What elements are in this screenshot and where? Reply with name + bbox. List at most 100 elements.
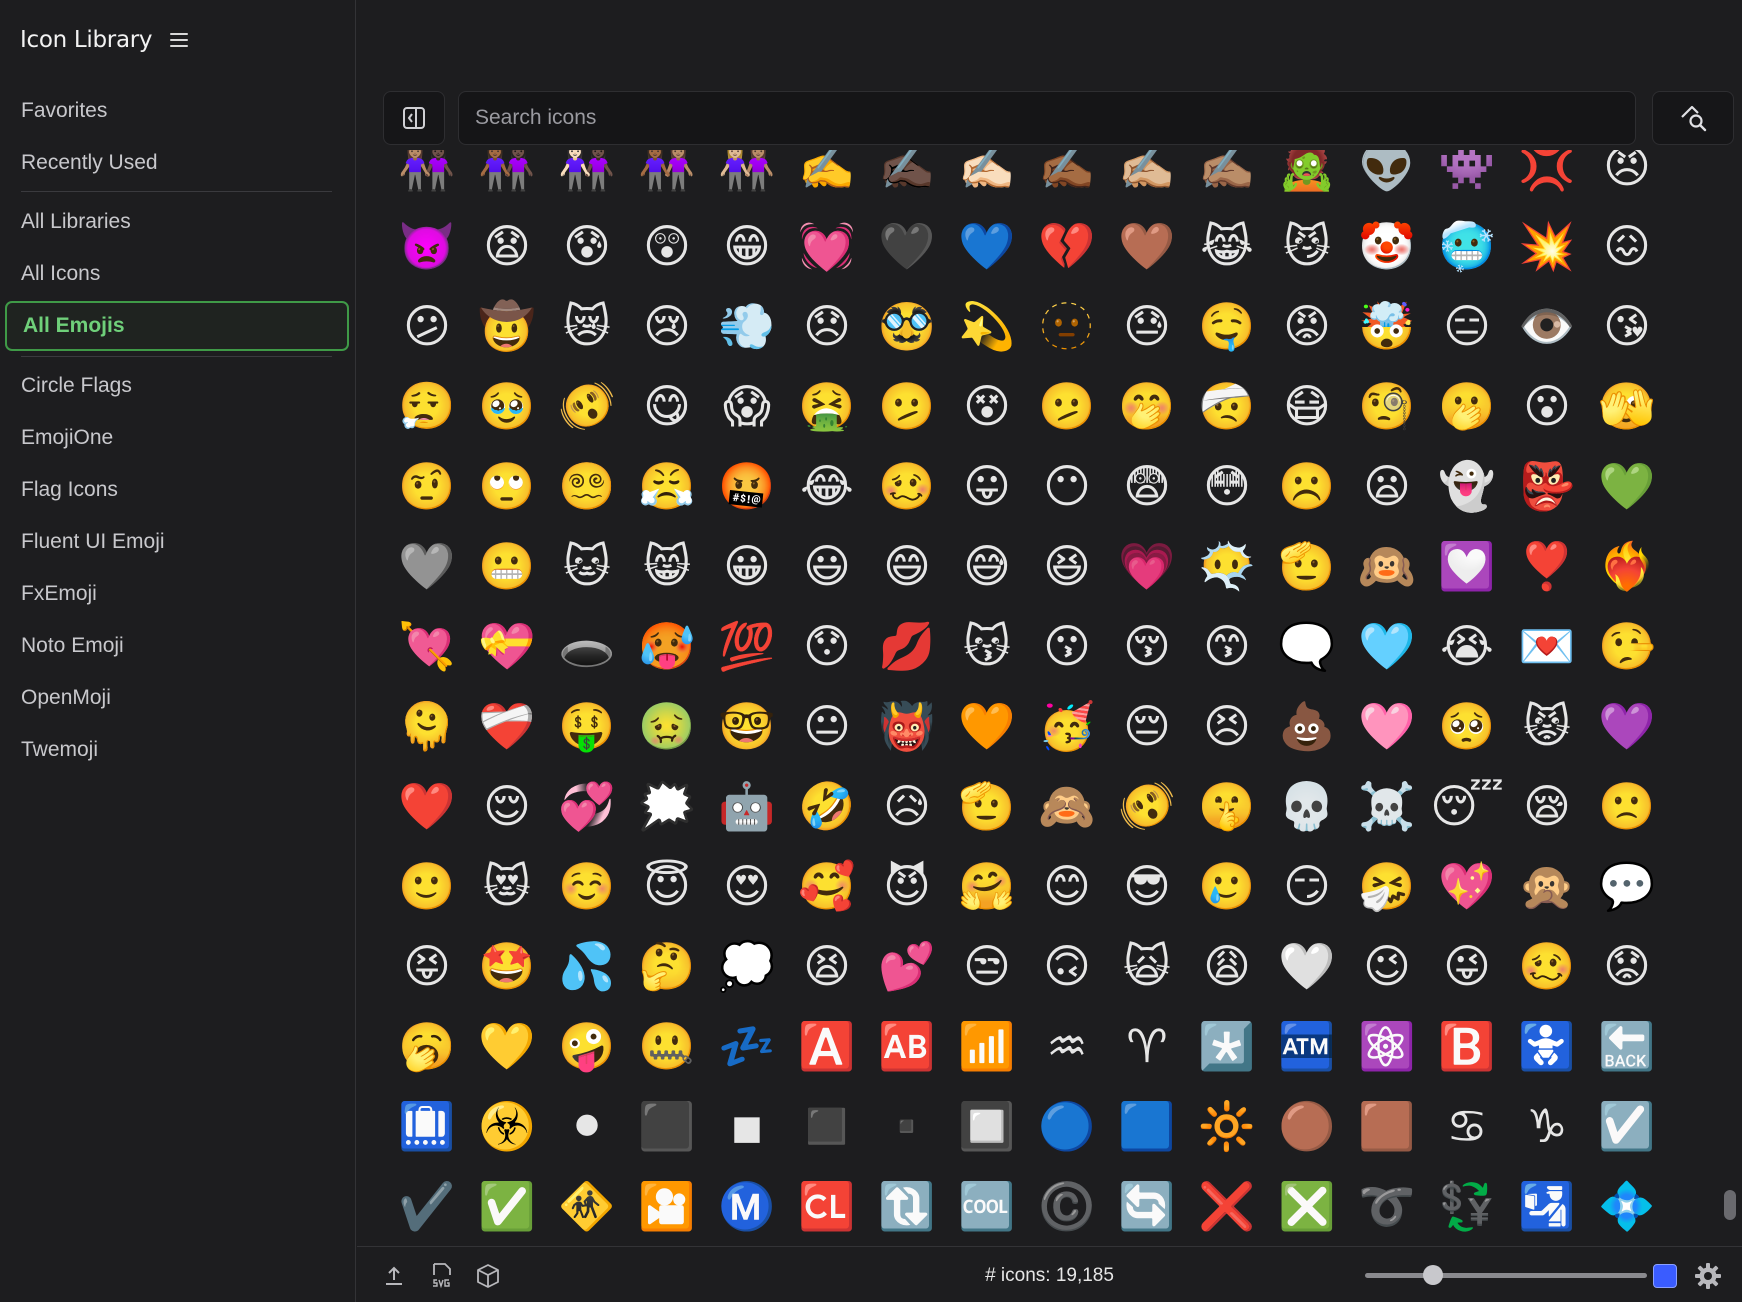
- emoji-icon-cell[interactable]: 😡: [1267, 286, 1347, 366]
- emoji-icon-cell[interactable]: 🙉: [1347, 526, 1427, 606]
- emoji-icon-cell[interactable]: ✅: [467, 1166, 547, 1246]
- slider-knob[interactable]: [1423, 1265, 1443, 1285]
- emoji-icon-cell[interactable]: 😒: [947, 926, 1027, 1006]
- emoji-icon-cell[interactable]: ☣️: [467, 1086, 547, 1166]
- emoji-icon-cell[interactable]: 🙃: [1027, 926, 1107, 1006]
- emoji-icon-cell[interactable]: 😌: [467, 766, 547, 846]
- emoji-icon-cell[interactable]: 😙: [1187, 606, 1267, 686]
- emoji-icon-cell[interactable]: 😲: [627, 206, 707, 286]
- emoji-icon-cell[interactable]: 😉: [1347, 926, 1427, 1006]
- emoji-icon-cell[interactable]: 🅰️: [787, 1006, 867, 1086]
- emoji-icon-cell[interactable]: 😑: [1427, 286, 1507, 366]
- sidebar-item-all-icons[interactable]: All Icons: [5, 249, 349, 299]
- emoji-icon-cell[interactable]: ☠️: [1347, 766, 1427, 846]
- emoji-icon-cell[interactable]: 😾: [1507, 686, 1587, 766]
- emoji-icon-cell[interactable]: 😹: [1187, 206, 1267, 286]
- emoji-icon-cell[interactable]: 😐: [787, 686, 867, 766]
- emoji-icon-cell[interactable]: ❤️‍🔥: [1587, 526, 1667, 606]
- emoji-icon-cell[interactable]: 😋: [627, 366, 707, 446]
- emoji-icon-cell[interactable]: 🤮: [787, 366, 867, 446]
- emoji-icon-cell[interactable]: 😅: [947, 526, 1027, 606]
- advanced-search-button[interactable]: [1652, 91, 1734, 145]
- emoji-icon-cell[interactable]: 😦: [1347, 446, 1427, 526]
- emoji-icon-cell[interactable]: 🤡: [1347, 206, 1427, 286]
- emoji-icon-cell[interactable]: 💢: [1507, 150, 1587, 206]
- emoji-icon-cell[interactable]: 😧: [467, 206, 547, 286]
- hamburger-menu-icon[interactable]: [170, 33, 189, 47]
- emoji-icon-cell[interactable]: 🆎: [867, 1006, 947, 1086]
- emoji-icon-cell[interactable]: 😠: [1587, 150, 1667, 206]
- emoji-icon-cell[interactable]: 🙊: [1507, 846, 1587, 926]
- emoji-icon-cell[interactable]: ❎: [1267, 1166, 1347, 1246]
- emoji-icon-cell[interactable]: 💭: [707, 926, 787, 1006]
- emoji-icon-cell[interactable]: 🕳️: [547, 606, 627, 686]
- emoji-icon-cell[interactable]: ❌: [1187, 1166, 1267, 1246]
- emoji-icon-cell[interactable]: 🎦: [627, 1166, 707, 1246]
- svg-export-button[interactable]: [427, 1263, 457, 1289]
- emoji-icon-cell[interactable]: 🥵: [627, 606, 707, 686]
- emoji-icon-cell[interactable]: 🥰: [787, 846, 867, 926]
- emoji-icon-cell[interactable]: 😷: [1267, 366, 1347, 446]
- search-input[interactable]: [458, 91, 1636, 145]
- emoji-icon-cell[interactable]: 🤑: [547, 686, 627, 766]
- emoji-icon-cell[interactable]: 😱: [707, 366, 787, 446]
- emoji-icon-cell[interactable]: ⬛: [627, 1086, 707, 1166]
- emoji-icon-cell[interactable]: 😀: [707, 526, 787, 606]
- icon-size-slider[interactable]: [1365, 1265, 1647, 1285]
- emoji-icon-cell[interactable]: 😚: [1107, 606, 1187, 686]
- sidebar-item-flag-icons[interactable]: Flag Icons: [5, 465, 349, 515]
- emoji-icon-cell[interactable]: ✍🏽: [1187, 150, 1267, 206]
- emoji-icon-cell[interactable]: 😍: [707, 846, 787, 926]
- emoji-icon-cell[interactable]: 💨: [707, 286, 787, 366]
- emoji-icon-cell[interactable]: ❤️‍🩹: [467, 686, 547, 766]
- emoji-icon-cell[interactable]: 🙈: [1027, 766, 1107, 846]
- emoji-icon-cell[interactable]: 🤤: [1187, 286, 1267, 366]
- emoji-icon-cell[interactable]: 🤨: [387, 446, 467, 526]
- emoji-icon-cell[interactable]: 🥴: [867, 446, 947, 526]
- emoji-icon-cell[interactable]: 🆑: [787, 1166, 867, 1246]
- emoji-icon-cell[interactable]: 🤭: [1107, 366, 1187, 446]
- sidebar-item-noto-emoji[interactable]: Noto Emoji: [5, 621, 349, 671]
- emoji-icon-cell[interactable]: 👺: [1507, 446, 1587, 526]
- emoji-icon-cell[interactable]: 🫥: [1027, 286, 1107, 366]
- icon-grid-viewport[interactable]: 👩🏽‍🤝‍👩🏿 👩🏾‍🤝‍👩🏿 👩🏻‍🤝‍👩🏿 👩🏾‍🤝‍👩🏽 👩🏼‍🤝‍👩🏽 ✍️ ✍🏿 ✍…: [357, 150, 1742, 1246]
- emoji-icon-cell[interactable]: 🥸: [867, 286, 947, 366]
- emoji-icon-cell[interactable]: 😤: [627, 446, 707, 526]
- emoji-icon-cell[interactable]: 🐱: [547, 526, 627, 606]
- emoji-icon-cell[interactable]: 💜: [1587, 686, 1667, 766]
- emoji-icon-cell[interactable]: 💖: [1427, 846, 1507, 926]
- emoji-icon-cell[interactable]: 🩷: [1347, 686, 1427, 766]
- emoji-icon-cell[interactable]: ♑: [1507, 1086, 1587, 1166]
- emoji-icon-cell[interactable]: 🫨: [1107, 766, 1187, 846]
- emoji-icon-cell[interactable]: 🤖: [707, 766, 787, 846]
- emoji-icon-cell[interactable]: 😞: [787, 286, 867, 366]
- emoji-icon-cell[interactable]: 😟: [1587, 926, 1667, 1006]
- emoji-icon-cell[interactable]: 🫡: [947, 766, 1027, 846]
- sidebar-item-fxemoji[interactable]: FxEmoji: [5, 569, 349, 619]
- emoji-icon-cell[interactable]: 💩: [1267, 686, 1347, 766]
- emoji-icon-cell[interactable]: 😸: [627, 526, 707, 606]
- emoji-icon-cell[interactable]: ✍🏾: [1027, 150, 1107, 206]
- emoji-icon-cell[interactable]: 😛: [947, 446, 1027, 526]
- emoji-icon-cell[interactable]: ♒: [1027, 1006, 1107, 1086]
- emoji-icon-cell[interactable]: ✔️: [387, 1166, 467, 1246]
- emoji-icon-cell[interactable]: 🔆: [1187, 1086, 1267, 1166]
- emoji-icon-cell[interactable]: 😻: [467, 846, 547, 926]
- emoji-icon-cell[interactable]: 💛: [467, 1006, 547, 1086]
- 3d-view-button[interactable]: [475, 1263, 501, 1289]
- emoji-icon-cell[interactable]: 😄: [867, 526, 947, 606]
- emoji-icon-cell[interactable]: 👩🏾‍🤝‍👩🏿: [467, 150, 547, 206]
- emoji-icon-cell[interactable]: 🤥: [1587, 606, 1667, 686]
- emoji-icon-cell[interactable]: 💦: [547, 926, 627, 1006]
- emoji-icon-cell[interactable]: 🫤: [1027, 366, 1107, 446]
- emoji-icon-cell[interactable]: 😫: [787, 926, 867, 1006]
- emoji-icon-cell[interactable]: 😶: [1027, 446, 1107, 526]
- emoji-icon-cell[interactable]: 😃: [787, 526, 867, 606]
- emoji-icon-cell[interactable]: 💥: [1507, 206, 1587, 286]
- emoji-icon-cell[interactable]: 🔵: [1027, 1086, 1107, 1166]
- emoji-icon-cell[interactable]: 🤍: [1267, 926, 1347, 1006]
- emoji-icon-cell[interactable]: 🔃: [867, 1166, 947, 1246]
- sidebar-item-recently-used[interactable]: Recently Used: [5, 138, 349, 188]
- emoji-icon-cell[interactable]: 😶‍🌫️: [1187, 526, 1267, 606]
- emoji-icon-cell[interactable]: 👩🏽‍🤝‍👩🏿: [387, 150, 467, 206]
